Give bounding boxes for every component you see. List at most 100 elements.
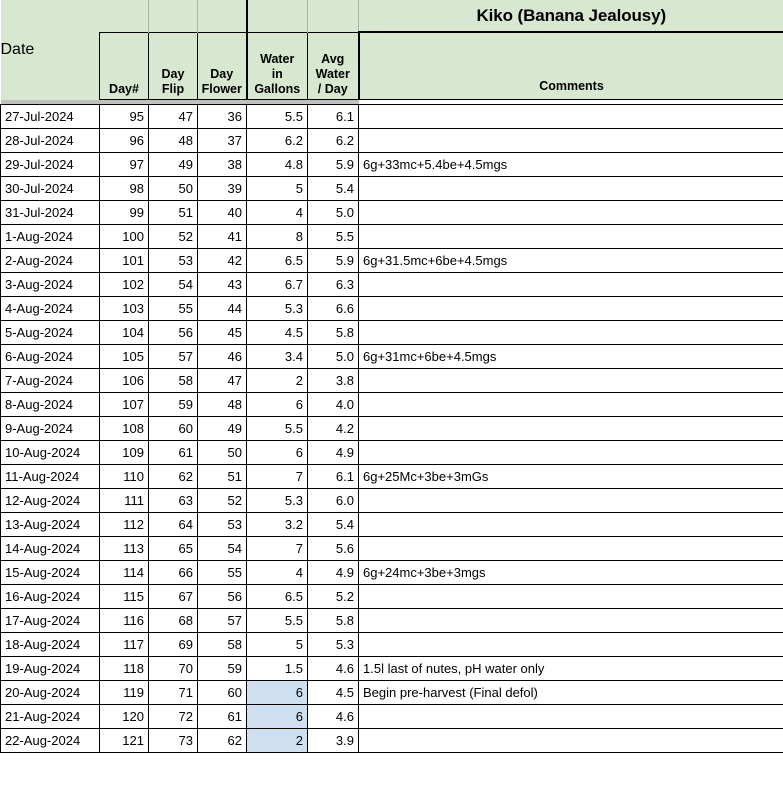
cell-date[interactable]: 10-Aug-2024 [0, 440, 100, 465]
cell-day-num[interactable]: 103 [99, 296, 149, 321]
cell-day-flower[interactable]: 41 [197, 224, 247, 249]
cell-day-num[interactable]: 100 [99, 224, 149, 249]
cell-day-num[interactable]: 99 [99, 200, 149, 225]
table-row[interactable]: 19-Aug-2024 118 70 59 1.5 4.6 1.5l last of nut… [0, 656, 783, 681]
cell-avg-water-per-day[interactable]: 6.0 [307, 488, 359, 513]
cell-day-flower[interactable]: 50 [197, 440, 247, 465]
table-row[interactable]: 14-Aug-2024 113 65 54 7 5.6 [0, 536, 783, 561]
cell-avg-water-per-day[interactable]: 6.3 [307, 272, 359, 297]
cell-comments[interactable]: 6g+31.5mc+6be+4.5mgs [358, 248, 783, 273]
cell-day-flip[interactable]: 67 [148, 584, 198, 609]
cell-date[interactable]: 30-Jul-2024 [0, 176, 100, 201]
table-row[interactable]: 22-Aug-2024 121 73 62 2 3.9 [0, 728, 783, 753]
cell-day-flip[interactable]: 50 [148, 176, 198, 201]
cell-water-in-gallons[interactable]: 7 [246, 464, 308, 489]
cell-avg-water-per-day[interactable]: 6.1 [307, 104, 359, 129]
cell-avg-water-per-day[interactable]: 5.3 [307, 632, 359, 657]
table-row[interactable]: 2-Aug-2024 101 53 42 6.5 5.9 6g+31.5mc+6be+4.5… [0, 248, 783, 273]
cell-day-num[interactable]: 109 [99, 440, 149, 465]
cell-water-in-gallons[interactable]: 6.5 [246, 584, 308, 609]
cell-avg-water-per-day[interactable]: 6.2 [307, 128, 359, 153]
cell-comments[interactable] [358, 128, 783, 153]
table-row[interactable]: 31-Jul-2024 99 51 40 4 5.0 [0, 200, 783, 225]
cell-day-num[interactable]: 118 [99, 656, 149, 681]
cell-water-in-gallons[interactable]: 5.3 [246, 488, 308, 513]
cell-day-num[interactable]: 95 [99, 104, 149, 129]
cell-date[interactable]: 1-Aug-2024 [0, 224, 100, 249]
cell-day-flower[interactable]: 37 [197, 128, 247, 153]
cell-day-num[interactable]: 98 [99, 176, 149, 201]
cell-day-flower[interactable]: 60 [197, 680, 247, 705]
column-header-day-flip[interactable]: Day Flip [148, 31, 198, 100]
cell-date[interactable]: 14-Aug-2024 [0, 536, 100, 561]
table-row[interactable]: 13-Aug-2024 112 64 53 3.2 5.4 [0, 512, 783, 537]
cell-water-in-gallons[interactable]: 6 [246, 440, 308, 465]
cell-date[interactable]: 15-Aug-2024 [0, 560, 100, 585]
cell-day-flip[interactable]: 55 [148, 296, 198, 321]
cell-day-flower[interactable]: 62 [197, 728, 247, 753]
cell-avg-water-per-day[interactable]: 4.2 [307, 416, 359, 441]
cell-date[interactable]: 29-Jul-2024 [0, 152, 100, 177]
cell-water-in-gallons[interactable]: 6.2 [246, 128, 308, 153]
cell-comments[interactable] [358, 704, 783, 729]
table-row[interactable]: 6-Aug-2024 105 57 46 3.4 5.0 6g+31mc+6be+4.5mg… [0, 344, 783, 369]
cell-day-num[interactable]: 96 [99, 128, 149, 153]
cell-day-flip[interactable]: 54 [148, 272, 198, 297]
cell-comments[interactable] [358, 488, 783, 513]
cell-date[interactable]: 16-Aug-2024 [0, 584, 100, 609]
column-header-day-num[interactable]: Day# [99, 31, 149, 100]
cell-water-in-gallons[interactable]: 5 [246, 176, 308, 201]
cell-avg-water-per-day[interactable]: 5.9 [307, 248, 359, 273]
cell-comments[interactable] [358, 368, 783, 393]
cell-water-in-gallons[interactable]: 5.5 [246, 416, 308, 441]
cell-comments[interactable] [358, 200, 783, 225]
cell-comments[interactable] [358, 392, 783, 417]
cell-date[interactable]: 11-Aug-2024 [0, 464, 100, 489]
cell-date[interactable]: 20-Aug-2024 [0, 680, 100, 705]
cell-water-in-gallons[interactable]: 6.7 [246, 272, 308, 297]
table-row[interactable]: 3-Aug-2024 102 54 43 6.7 6.3 [0, 272, 783, 297]
cell-day-flower[interactable]: 44 [197, 296, 247, 321]
cell-day-num[interactable]: 107 [99, 392, 149, 417]
cell-day-flower[interactable]: 38 [197, 152, 247, 177]
cell-date[interactable]: 7-Aug-2024 [0, 368, 100, 393]
cell-day-flower[interactable]: 42 [197, 248, 247, 273]
cell-comments[interactable] [358, 416, 783, 441]
cell-day-flower[interactable]: 36 [197, 104, 247, 129]
cell-water-in-gallons[interactable]: 4 [246, 560, 308, 585]
cell-avg-water-per-day[interactable]: 3.8 [307, 368, 359, 393]
cell-day-flower[interactable]: 49 [197, 416, 247, 441]
table-row[interactable]: 11-Aug-2024 110 62 51 7 6.1 6g+25Mc+3be+3mGs [0, 464, 783, 489]
table-row[interactable]: 28-Jul-2024 96 48 37 6.2 6.2 [0, 128, 783, 153]
cell-comments[interactable]: 6g+31mc+6be+4.5mgs [358, 344, 783, 369]
cell-day-num[interactable]: 97 [99, 152, 149, 177]
cell-day-flower[interactable]: 51 [197, 464, 247, 489]
cell-water-in-gallons[interactable]: 4.5 [246, 320, 308, 345]
cell-day-num[interactable]: 102 [99, 272, 149, 297]
cell-day-num[interactable]: 119 [99, 680, 149, 705]
cell-date[interactable]: 12-Aug-2024 [0, 488, 100, 513]
cell-day-flip[interactable]: 51 [148, 200, 198, 225]
cell-avg-water-per-day[interactable]: 5.2 [307, 584, 359, 609]
cell-avg-water-per-day[interactable]: 6.6 [307, 296, 359, 321]
cell-date[interactable]: 8-Aug-2024 [0, 392, 100, 417]
table-row[interactable]: 9-Aug-2024 108 60 49 5.5 4.2 [0, 416, 783, 441]
table-row[interactable]: 5-Aug-2024 104 56 45 4.5 5.8 [0, 320, 783, 345]
cell-day-flower[interactable]: 61 [197, 704, 247, 729]
cell-day-flower[interactable]: 55 [197, 560, 247, 585]
cell-water-in-gallons[interactable]: 5.5 [246, 608, 308, 633]
cell-day-flip[interactable]: 71 [148, 680, 198, 705]
column-header-water-in-gallons[interactable]: Water in Gallons [245, 31, 308, 100]
cell-water-in-gallons[interactable]: 5.5 [246, 104, 308, 129]
table-row[interactable]: 16-Aug-2024 115 67 56 6.5 5.2 [0, 584, 783, 609]
column-header-date[interactable]: Date [0, 0, 100, 100]
cell-avg-water-per-day[interactable]: 5.0 [307, 200, 359, 225]
table-row[interactable]: 18-Aug-2024 117 69 58 5 5.3 [0, 632, 783, 657]
cell-day-flip[interactable]: 58 [148, 368, 198, 393]
cell-day-flower[interactable]: 39 [197, 176, 247, 201]
cell-water-in-gallons[interactable]: 2 [246, 728, 308, 753]
cell-avg-water-per-day[interactable]: 4.0 [307, 392, 359, 417]
table-row[interactable]: 29-Jul-2024 97 49 38 4.8 5.9 6g+33mc+5.4be+4.5… [0, 152, 783, 177]
cell-water-in-gallons[interactable]: 6 [246, 680, 308, 705]
cell-water-in-gallons[interactable]: 5 [246, 632, 308, 657]
